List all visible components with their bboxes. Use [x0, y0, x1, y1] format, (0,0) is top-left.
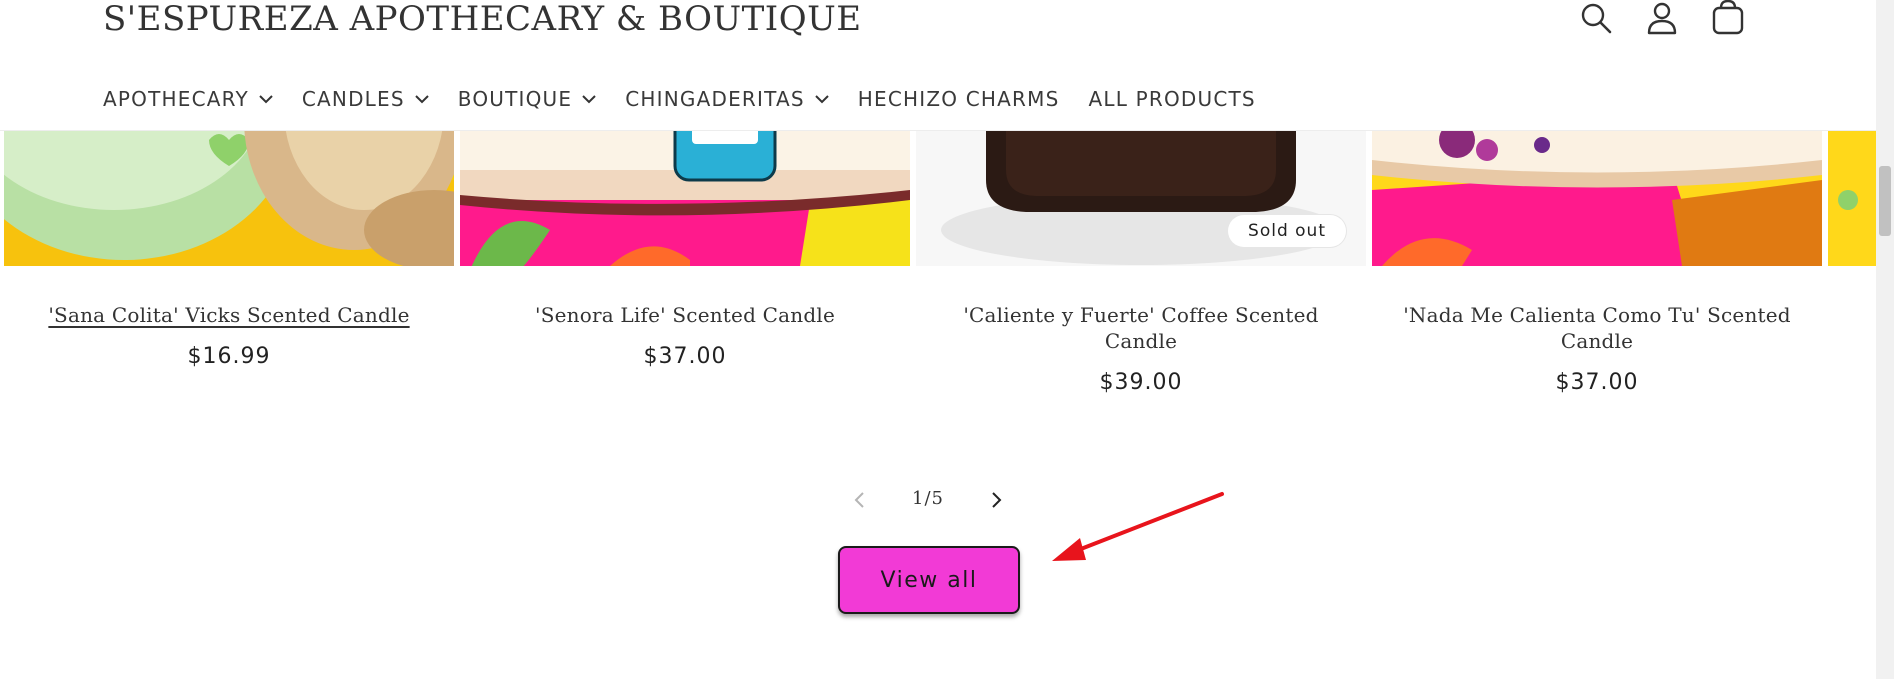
nav-item-candles[interactable]: CANDLES	[302, 87, 429, 111]
nav-item-all-products[interactable]: ALL PRODUCTS	[1088, 87, 1255, 111]
pagination-counter: 1/5	[912, 488, 944, 509]
product-price: $16.99	[187, 344, 271, 369]
nav-item-chingaderitas[interactable]: CHINGADERITAS	[625, 87, 829, 111]
sold-out-badge: Sold out	[1228, 215, 1346, 247]
account-icon[interactable]	[1644, 0, 1680, 36]
cart-icon[interactable]	[1710, 0, 1746, 36]
product-title[interactable]: 'Caliente y Fuerte' Coffee Scented Candl…	[931, 302, 1351, 354]
store-title[interactable]: S'ESPUREZA APOTHECARY & BOUTIQUE	[103, 0, 862, 44]
nav-item-label: HECHIZO CHARMS	[857, 87, 1060, 111]
nav-item-label: CHINGADERITAS	[625, 87, 805, 111]
chevron-down-icon	[259, 95, 273, 104]
product-title[interactable]: 'Nada Me Calienta Como Tu' Scented Candl…	[1387, 302, 1807, 354]
carousel-pagination: 1/5	[848, 482, 1008, 518]
product-price: $39.00	[1099, 370, 1183, 395]
page-scrollbar[interactable]	[1876, 0, 1894, 679]
chevron-down-icon	[815, 95, 829, 104]
chevron-right-icon[interactable]	[984, 488, 1008, 512]
nav-item-hechizo-charms[interactable]: HECHIZO CHARMS	[858, 87, 1060, 111]
nav-item-label: APOTHECARY	[103, 87, 249, 111]
nav-item-label: CANDLES	[301, 87, 405, 111]
product-title[interactable]: 'Senora Life' Scented Candle	[475, 302, 895, 328]
search-icon[interactable]	[1578, 0, 1614, 36]
chevron-left-icon[interactable]	[848, 488, 872, 512]
annotation-arrow-icon	[1052, 492, 1224, 561]
product-price: $37.00	[1555, 370, 1639, 395]
site-header: S'ESPUREZA APOTHECARY & BOUTIQUE APOTHEC…	[0, 0, 1876, 131]
nav-item-apothecary[interactable]: APOTHECARY	[103, 87, 273, 111]
nav-item-label: BOUTIQUE	[457, 87, 573, 111]
scrollbar-thumb[interactable]	[1879, 166, 1891, 236]
chevron-down-icon	[582, 95, 596, 104]
nav-item-label: ALL PRODUCTS	[1088, 87, 1256, 111]
product-title[interactable]: 'Sana Colita' Vicks Scented Candle	[19, 302, 439, 328]
nav-item-boutique[interactable]: BOUTIQUE	[458, 87, 596, 111]
header-icons	[1578, 0, 1750, 40]
product-price: $37.00	[643, 344, 727, 369]
main-nav: APOTHECARY CANDLES BOUTIQUE CHINGADERITA…	[103, 84, 1285, 114]
view-all-button[interactable]: View all	[838, 546, 1020, 614]
chevron-down-icon	[415, 95, 429, 104]
